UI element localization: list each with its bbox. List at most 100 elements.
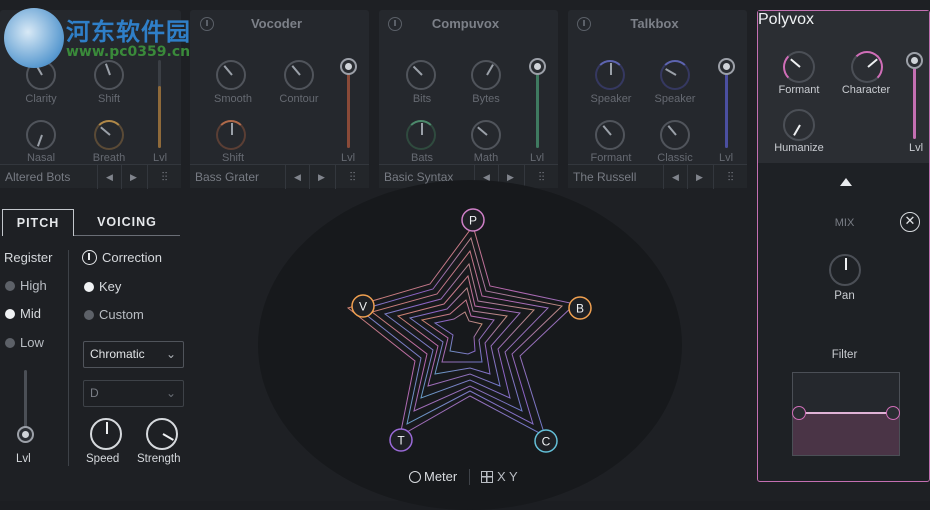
bats-label: Bats xyxy=(410,152,433,164)
talkbox-formant-knob[interactable] xyxy=(595,120,625,150)
vocal-shape-visualizer[interactable]: P B C T V xyxy=(290,196,630,461)
polyvox-formant-knob[interactable] xyxy=(783,51,815,83)
compuvox-level-fader[interactable] xyxy=(529,58,546,148)
classic-knob[interactable] xyxy=(660,120,690,150)
filter-fill xyxy=(793,413,899,455)
register-high-radio[interactable] xyxy=(5,281,15,291)
grid-icon xyxy=(481,471,493,483)
vocoder-shift-label: Shift xyxy=(221,152,244,164)
view-divider xyxy=(469,469,470,485)
talkbox-formant-label: Formant xyxy=(590,152,632,164)
bits-knob[interactable] xyxy=(406,60,436,90)
vocoder-footer: Bass Grater ◀ ▶ ⫶⫶ xyxy=(190,164,369,189)
meter-icon xyxy=(409,471,421,483)
talkbox-title: Talkbox xyxy=(630,16,679,31)
doubler-prev-button[interactable]: ◀ xyxy=(97,165,121,189)
pan-knob[interactable] xyxy=(829,254,861,286)
polyvox-humanize-knob[interactable] xyxy=(783,109,815,141)
doubler-level-fader[interactable] xyxy=(158,60,161,148)
compuvox-settings-icon[interactable]: ⫶⫶ xyxy=(524,165,558,189)
talkbox-level-fader[interactable] xyxy=(718,58,735,148)
smooth-label: Smooth xyxy=(214,93,252,105)
bytes-knob[interactable] xyxy=(471,60,501,90)
tab-pitch[interactable]: PITCH xyxy=(2,209,74,236)
collapse-arrow-icon[interactable] xyxy=(840,178,852,186)
visualizer-nodes: P B C T V xyxy=(351,208,592,453)
register-high-label[interactable]: High xyxy=(20,278,47,293)
talkbox-preset[interactable]: The Russell xyxy=(573,170,636,184)
register-mid-label[interactable]: Mid xyxy=(20,306,41,321)
node-p-label: P xyxy=(469,214,477,228)
nasal-knob[interactable] xyxy=(26,120,56,150)
polyvox-character-knob[interactable] xyxy=(851,51,883,83)
correction-key-label[interactable]: Key xyxy=(99,279,121,294)
vocoder-level-fader[interactable] xyxy=(340,58,357,148)
talkbox-next-button[interactable]: ▶ xyxy=(687,165,711,189)
polyvox-character-label: Character xyxy=(841,84,891,96)
chevron-down-icon: ⌄ xyxy=(165,386,176,400)
bytes-label: Bytes xyxy=(472,93,500,105)
register-low-label[interactable]: Low xyxy=(20,335,44,350)
polyvox-humanize-label: Humanize xyxy=(774,142,824,154)
speaker-label-2: Speaker xyxy=(654,93,696,105)
module-polyvox: Polyvox Formant Character Humanize Lvl M… xyxy=(757,10,930,482)
doubler-settings-icon[interactable]: ⫶⫶ xyxy=(147,165,181,189)
talkbox-prev-button[interactable]: ◀ xyxy=(663,165,687,189)
vocoder-shift-knob[interactable] xyxy=(216,120,246,150)
filter-low-handle[interactable] xyxy=(792,406,806,420)
pitch-level-fader[interactable] xyxy=(17,370,34,443)
speed-label: Speed xyxy=(86,453,120,465)
module-vocoder: Vocoder Smooth Contour Shift Lvl Bass Gr… xyxy=(190,10,369,189)
vocal-shape-rings xyxy=(346,224,577,438)
correction-custom-radio[interactable] xyxy=(84,310,94,320)
filter-graph[interactable] xyxy=(792,372,900,456)
correction-key-radio[interactable] xyxy=(84,282,94,292)
breath-knob[interactable] xyxy=(94,120,124,150)
vocoder-next-button[interactable]: ▶ xyxy=(309,165,333,189)
talkbox-settings-icon[interactable]: ⫶⫶ xyxy=(713,165,747,189)
scale-select[interactable]: Chromatic ⌄ xyxy=(83,341,184,368)
node-b-label: B xyxy=(576,302,584,316)
polyvox-level-label: Lvl xyxy=(908,142,924,154)
speaker-knob-2[interactable] xyxy=(660,60,690,90)
vocoder-preset[interactable]: Bass Grater xyxy=(195,170,259,184)
watermark-title: 河东软件园 xyxy=(66,18,191,46)
scale-select-value: Chromatic xyxy=(90,347,145,361)
app-window: Clarity Shift Nasal Breath Lvl Altered B… xyxy=(0,0,930,510)
register-low-radio[interactable] xyxy=(5,338,15,348)
module-talkbox: Talkbox Speaker Speaker Formant Classic … xyxy=(568,10,747,189)
filter-label: Filter xyxy=(831,349,858,361)
speaker-knob-1[interactable] xyxy=(595,60,625,90)
xy-button[interactable]: X Y xyxy=(481,469,518,484)
meter-button[interactable]: Meter xyxy=(409,469,457,484)
filter-high-handle[interactable] xyxy=(886,406,900,420)
nasal-label: Nasal xyxy=(26,152,56,164)
vocoder-settings-icon[interactable]: ⫶⫶ xyxy=(335,165,369,189)
strength-knob[interactable] xyxy=(146,418,178,450)
correction-custom-label[interactable]: Custom xyxy=(99,307,144,322)
bits-label: Bits xyxy=(412,93,432,105)
shift-knob[interactable] xyxy=(94,60,124,90)
doubler-next-button[interactable]: ▶ xyxy=(121,165,145,189)
mix-close-icon[interactable]: ✕ xyxy=(900,212,920,232)
contour-knob[interactable] xyxy=(284,60,314,90)
talkbox-footer: The Russell ◀ ▶ ⫶⫶ xyxy=(568,164,747,189)
correction-power-icon[interactable] xyxy=(82,250,97,265)
register-label: Register xyxy=(4,250,53,265)
polyvox-level-fader[interactable] xyxy=(906,52,923,139)
pitch-level-label: Lvl xyxy=(16,453,31,465)
bats-knob[interactable] xyxy=(406,120,436,150)
clarity-label: Clarity xyxy=(25,93,57,105)
vocoder-prev-button[interactable]: ◀ xyxy=(285,165,309,189)
speed-knob[interactable] xyxy=(90,418,122,450)
key-select[interactable]: D ⌄ xyxy=(83,380,184,407)
register-mid-radio[interactable] xyxy=(5,309,15,319)
polyvox-title: Polyvox xyxy=(758,11,815,28)
chevron-down-icon: ⌄ xyxy=(165,347,176,361)
meter-label: Meter xyxy=(424,469,458,484)
tab-voicing[interactable]: VOICING xyxy=(74,209,180,236)
doubler-preset[interactable]: Altered Bots xyxy=(5,170,70,184)
math-knob[interactable] xyxy=(471,120,501,150)
watermark-logo xyxy=(4,8,64,68)
smooth-knob[interactable] xyxy=(216,60,246,90)
